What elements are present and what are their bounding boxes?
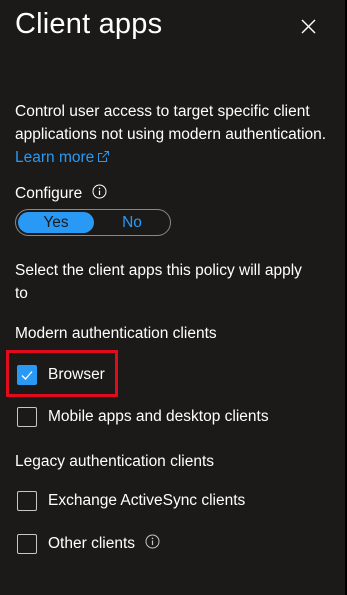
mobile-desktop-label: Mobile apps and desktop clients: [48, 408, 269, 425]
info-icon[interactable]: [92, 184, 107, 204]
client-apps-panel: Client apps Control user access to targe…: [0, 0, 347, 595]
close-button[interactable]: [296, 15, 320, 39]
configure-toggle: Yes No: [15, 209, 171, 236]
toggle-no[interactable]: No: [94, 210, 170, 235]
description: Control user access to target specific c…: [15, 100, 333, 170]
configure-label: Configure: [15, 185, 83, 202]
exchange-activesync-checkbox[interactable]: [17, 491, 37, 511]
browser-checkbox-row[interactable]: Browser: [17, 365, 105, 385]
external-link-icon: [97, 147, 110, 170]
exchange-activesync-label: Exchange ActiveSync clients: [48, 492, 246, 509]
configure-row: Configure: [15, 184, 107, 204]
other-clients-label: Other clients: [48, 535, 136, 552]
learn-more-link[interactable]: Learn more: [15, 149, 110, 166]
other-clients-checkbox-row[interactable]: Other clients: [17, 534, 160, 554]
learn-more-label: Learn more: [15, 149, 95, 166]
modern-auth-heading: Modern authentication clients: [15, 325, 217, 342]
panel-title: Client apps: [15, 8, 163, 40]
toggle-yes[interactable]: Yes: [18, 212, 94, 233]
browser-checkbox[interactable]: [17, 365, 37, 385]
description-text: Control user access to target specific c…: [15, 103, 327, 143]
close-icon: [301, 19, 316, 34]
other-clients-checkbox[interactable]: [17, 534, 37, 554]
info-icon[interactable]: [145, 534, 160, 554]
checkmark-icon: [21, 371, 33, 380]
mobile-desktop-checkbox-row[interactable]: Mobile apps and desktop clients: [17, 407, 269, 427]
mobile-desktop-checkbox[interactable]: [17, 407, 37, 427]
select-instructions: Select the client apps this policy will …: [15, 262, 302, 302]
browser-label: Browser: [48, 366, 105, 383]
legacy-auth-heading: Legacy authentication clients: [15, 453, 215, 470]
exchange-activesync-checkbox-row[interactable]: Exchange ActiveSync clients: [17, 491, 245, 511]
